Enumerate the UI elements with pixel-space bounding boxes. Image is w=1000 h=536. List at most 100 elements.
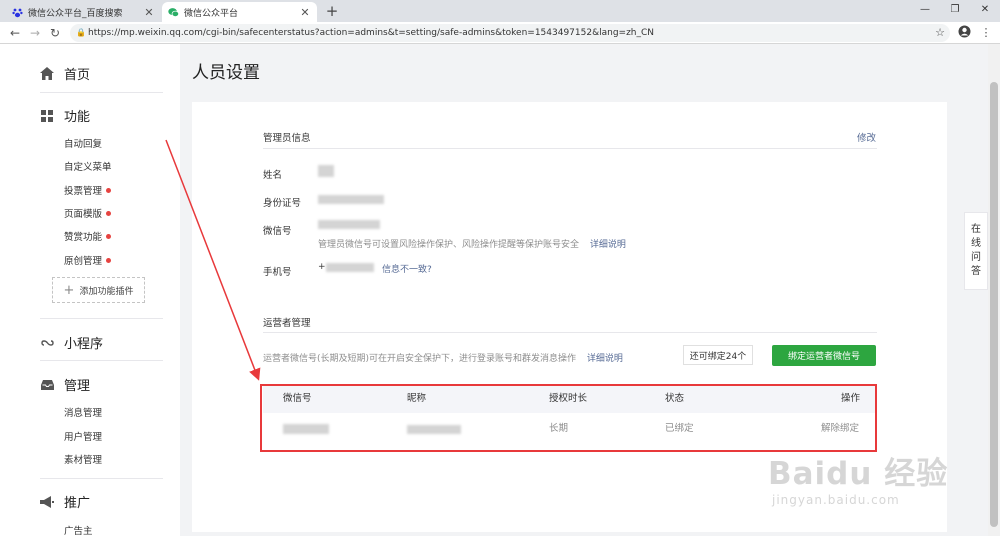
tab-baidu-search[interactable]: 微信公众平台_百度搜索 ✕ (6, 2, 161, 22)
restore-button[interactable]: ❐ (940, 0, 970, 20)
row-duration: 长期 (549, 423, 569, 434)
help-char: 问 (971, 252, 981, 263)
divider (40, 478, 163, 479)
reload-button[interactable]: ↻ (46, 24, 64, 42)
wechat-icon (168, 7, 179, 18)
header-nickname: 昵称 (407, 393, 427, 404)
page-title: 人员设置 (192, 63, 260, 83)
row-nickname-redacted (407, 425, 461, 434)
browser-toolbar: ← → ↻ 🔒 https://mp.weixin.qq.com/cgi-bin… (0, 22, 1000, 44)
watermark-logo: Baidu 经验 (768, 456, 949, 492)
scrollbar-thumb[interactable] (990, 82, 998, 527)
sidebar-item-materials[interactable]: 素材管理 (64, 452, 102, 466)
header-status: 状态 (665, 393, 685, 404)
tab-title: 微信公众平台_百度搜索 (28, 8, 123, 19)
unbind-link[interactable]: 解除绑定 (821, 413, 859, 444)
operator-detail-link[interactable]: 详细说明 (587, 354, 623, 364)
sidebar-item-advertiser[interactable]: 广告主 (64, 523, 93, 536)
sidebar-function-label: 功能 (64, 110, 91, 125)
operator-heading: 运营者管理 (263, 318, 311, 329)
close-tab-icon[interactable]: ✕ (143, 6, 155, 19)
sidebar-item-label: 消息管理 (64, 408, 103, 419)
page-scrollbar[interactable] (988, 44, 1000, 536)
name-redacted (318, 165, 334, 177)
online-help-panel[interactable]: 在 线 问 答 (964, 212, 988, 290)
help-char: 在 (971, 224, 981, 235)
divider (263, 332, 877, 333)
sidebar-item-label: 素材管理 (64, 455, 103, 466)
phone-label: 手机号 (263, 267, 292, 278)
divider (40, 360, 163, 361)
id-number-redacted (318, 195, 384, 204)
wechat-id-hint-text: 管理员微信号可设置风险操作保护、风险操作提醒等保护账号安全 (318, 240, 580, 250)
menu-kebab-icon[interactable]: ⋮ (978, 25, 994, 41)
operator-hint-text: 运营者微信号(长期及短期)可在开启安全保护下，进行登录账号和群发消息操作 (263, 354, 577, 364)
new-tab-button[interactable]: + (322, 2, 342, 20)
help-char: 答 (971, 266, 981, 277)
sidebar-item-label: 页面模版 (64, 209, 103, 220)
new-badge-dot (106, 210, 112, 216)
sidebar-home-label: 首页 (64, 68, 91, 83)
edit-admin-link[interactable]: 修改 (857, 130, 876, 144)
admin-info-heading: 管理员信息 (263, 133, 311, 144)
miniprogram-icon (40, 336, 54, 350)
close-window-button[interactable]: ✕ (970, 0, 1000, 20)
sidebar-function-header: 功能 (40, 106, 90, 125)
header-duration: 授权时长 (549, 393, 588, 404)
sidebar-item-vote[interactable]: 投票管理 (64, 183, 112, 197)
sidebar-item-page-template[interactable]: 页面模版 (64, 206, 112, 220)
sidebar-item-label: 广告主 (64, 526, 93, 536)
divider (40, 318, 163, 319)
sidebar-miniprogram-label: 小程序 (64, 337, 104, 352)
sidebar-item-label: 赞赏功能 (64, 232, 103, 243)
tab-wechat-mp[interactable]: 微信公众平台 ✕ (162, 2, 317, 22)
table-header-row: 微信号 昵称 授权时长 状态 操作 (263, 384, 877, 413)
plus-icon: + (63, 282, 75, 298)
sidebar-item-auto-reply[interactable]: 自动回复 (64, 136, 102, 150)
sidebar-item-label: 用户管理 (64, 432, 103, 443)
forward-button[interactable]: → (26, 24, 44, 42)
bookmark-star-icon[interactable]: ☆ (932, 25, 948, 41)
baidu-paw-icon (12, 7, 23, 18)
address-bar[interactable]: 🔒 https://mp.weixin.qq.com/cgi-bin/safec… (70, 24, 950, 42)
close-tab-icon[interactable]: ✕ (299, 6, 311, 19)
sidebar-item-label: 投票管理 (64, 186, 103, 197)
phone-redacted (326, 263, 374, 272)
new-badge-dot (106, 233, 112, 239)
operator-table: 微信号 昵称 授权时长 状态 操作 长期 已绑定 解除绑定 (263, 384, 877, 444)
profile-icon[interactable] (956, 25, 972, 41)
phone-prefix: + (318, 262, 326, 272)
sidebar: 首页 功能 自动回复 自定义菜单 投票管理 页面模版 赞赏功能 原创管理 + 添… (0, 44, 180, 536)
wechat-id-detail-link[interactable]: 详细说明 (590, 240, 626, 250)
sidebar-item-reward[interactable]: 赞赏功能 (64, 229, 112, 243)
minimize-button[interactable]: — (910, 0, 940, 20)
sidebar-item-custom-menu[interactable]: 自定义菜单 (64, 159, 112, 173)
watermark-url: jingyan.baidu.com (772, 493, 900, 507)
header-wechat-id: 微信号 (283, 393, 312, 404)
inbox-icon (40, 378, 54, 392)
row-wechat-id-redacted (283, 424, 329, 434)
add-plugin-label: 添加功能插件 (79, 286, 134, 297)
back-button[interactable]: ← (6, 24, 24, 42)
sidebar-promote-label: 推广 (64, 496, 91, 511)
sidebar-item-messages[interactable]: 消息管理 (64, 405, 102, 419)
sidebar-manage-label: 管理 (64, 379, 91, 394)
grid-icon (40, 109, 54, 123)
new-badge-dot (106, 187, 112, 193)
baidu-watermark: Baidu 经验 jingyan.baidu.com (768, 448, 958, 522)
bind-operator-button[interactable]: 绑定运营者微信号 (772, 345, 876, 366)
sidebar-manage-header: 管理 (40, 375, 90, 394)
sidebar-item-users[interactable]: 用户管理 (64, 429, 102, 443)
add-plugin-button[interactable]: + 添加功能插件 (52, 277, 145, 303)
wechat-id-redacted (318, 220, 380, 229)
header-action: 操作 (841, 393, 861, 404)
phone-mismatch-link[interactable]: 信息不一致? (382, 262, 432, 275)
url-text: https://mp.weixin.qq.com/cgi-bin/safecen… (88, 28, 655, 38)
remaining-count-badge: 还可绑定24个 (683, 345, 753, 365)
sidebar-item-label: 自定义菜单 (64, 162, 112, 173)
id-number-label: 身份证号 (263, 198, 302, 209)
sidebar-home[interactable]: 首页 (40, 64, 90, 83)
sidebar-promote-header: 推广 (40, 492, 90, 511)
sidebar-miniprogram[interactable]: 小程序 (40, 333, 103, 352)
sidebar-item-original[interactable]: 原创管理 (64, 253, 112, 267)
